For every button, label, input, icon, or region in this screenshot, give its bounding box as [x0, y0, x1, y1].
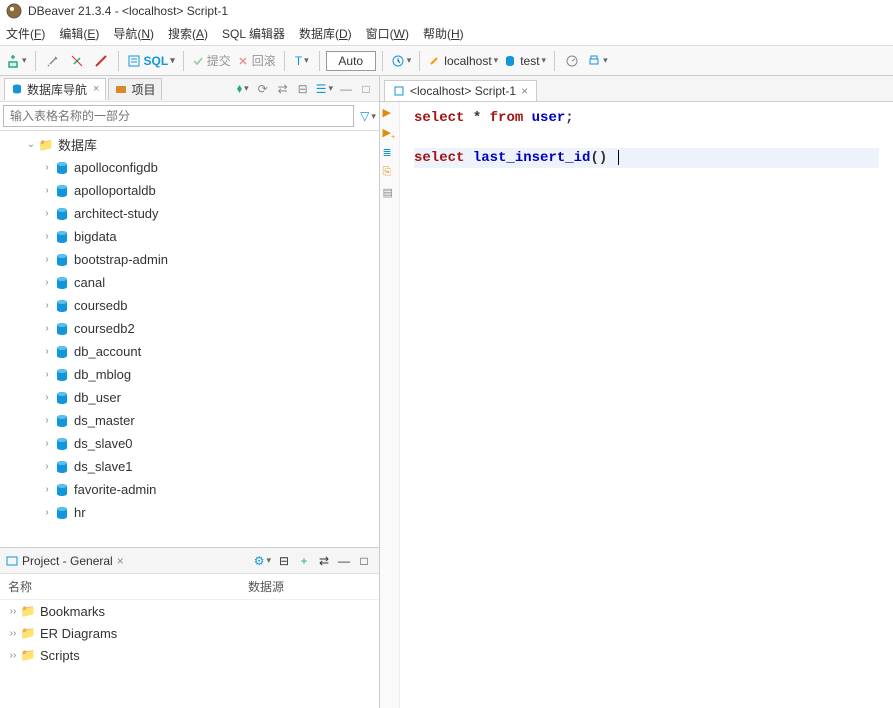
maximize-icon[interactable]: □ — [357, 80, 375, 98]
explain-icon[interactable]: ≣ — [383, 146, 397, 160]
menu-search[interactable]: 搜索(A) — [168, 25, 208, 42]
editor-tab-script1[interactable]: <localhost> Script-1 × — [384, 80, 537, 101]
editor-gutter: ▶ ▶+ ≣ ⎘ ▤ — [380, 102, 400, 708]
tree-folder-databases[interactable]: 📁 数据库 — [0, 133, 379, 156]
tree-db-item[interactable]: db_user — [0, 386, 379, 409]
project-item[interactable]: ›📁Bookmarks — [0, 600, 379, 622]
project-item[interactable]: ›📁Scripts — [0, 644, 379, 666]
main-toolbar: ▾ SQL▾ 提交 回滚 T▾ Auto ▾ localhost▾ test▾ … — [0, 46, 893, 76]
collapse-all-icon[interactable]: ⊟ — [275, 552, 293, 570]
tree-db-item[interactable]: hr — [0, 501, 379, 524]
tree-db-item[interactable]: coursedb — [0, 294, 379, 317]
project-panel: Project - General × ⚙▾ ⊟ + ⇄ — □ 名称 数据源 … — [0, 548, 379, 708]
tree-db-item[interactable]: favorite-admin — [0, 478, 379, 501]
connection-select[interactable]: localhost▾ — [426, 50, 500, 72]
transaction-log-icon[interactable]: ▾ — [389, 50, 414, 72]
menu-help[interactable]: 帮助(H) — [423, 25, 464, 42]
menu-database[interactable]: 数据库(D) — [299, 25, 352, 42]
menu-sql-editor[interactable]: SQL 编辑器 — [222, 25, 285, 42]
tree-db-item[interactable]: ds_master — [0, 409, 379, 432]
title-bar: DBeaver 21.3.4 - <localhost> Script-1 — [0, 0, 893, 22]
view-menu-icon[interactable]: ☰▾ — [314, 80, 335, 98]
close-icon[interactable]: × — [117, 554, 124, 568]
sql-editor[interactable]: select * from user; select last_insert_i… — [400, 102, 893, 708]
link-editor-icon[interactable]: ⇄ — [274, 80, 292, 98]
new-conn-icon[interactable]: ⬧▾ — [234, 80, 252, 98]
database-select[interactable]: test▾ — [502, 50, 548, 72]
minimize-icon[interactable]: — — [335, 552, 353, 570]
connect-icon[interactable] — [42, 50, 64, 72]
window-title: DBeaver 21.3.4 - <localhost> Script-1 — [28, 4, 228, 18]
col-datasource: 数据源 — [248, 578, 284, 595]
tree-db-item[interactable]: canal — [0, 271, 379, 294]
tree-db-item[interactable]: bigdata — [0, 225, 379, 248]
commit-button[interactable]: 提交 — [190, 50, 233, 72]
filter-input[interactable] — [3, 105, 354, 127]
menu-file[interactable]: 文件(F) — [6, 25, 45, 42]
sql-editor-button[interactable]: SQL▾ — [125, 50, 177, 72]
project-title: Project - General — [22, 554, 113, 568]
commit-mode-select[interactable]: Auto — [326, 51, 376, 71]
menu-edit[interactable]: 编辑(E) — [59, 25, 99, 42]
invalidate-icon[interactable] — [90, 50, 112, 72]
add-icon[interactable]: + — [295, 552, 313, 570]
tree-db-item[interactable]: db_mblog — [0, 363, 379, 386]
tree-db-item[interactable]: ds_slave1 — [0, 455, 379, 478]
transaction-mode-icon[interactable]: T▾ — [291, 50, 313, 72]
maximize-icon[interactable]: □ — [355, 552, 373, 570]
close-icon[interactable]: × — [93, 83, 99, 95]
refresh-icon[interactable]: ⟳ — [254, 80, 272, 98]
execute-script-icon[interactable]: ▶+ — [383, 126, 397, 140]
app-icon — [6, 3, 22, 19]
disconnect-icon[interactable] — [66, 50, 88, 72]
menu-bar: 文件(F) 编辑(E) 导航(N) 搜索(A) SQL 编辑器 数据库(D) 窗… — [0, 22, 893, 46]
database-navigator-panel: 数据库导航× 项目 ⬧▾ ⟳ ⇄ ⊟ ☰▾ — □ ▽▾ — [0, 76, 379, 548]
tab-projects[interactable]: 项目 — [108, 78, 162, 100]
text-cursor — [618, 150, 619, 165]
menu-window[interactable]: 窗口(W) — [366, 25, 409, 42]
tab-db-navigator[interactable]: 数据库导航× — [4, 78, 106, 100]
project-item[interactable]: ›📁ER Diagrams — [0, 622, 379, 644]
filter-icon[interactable]: ▽▾ — [357, 105, 379, 127]
execute-new-tab-icon[interactable]: ⎘ — [383, 166, 397, 180]
tree-db-item[interactable]: apolloconfigdb — [0, 156, 379, 179]
tree-db-item[interactable]: db_account — [0, 340, 379, 363]
tree-db-item[interactable]: apolloportaldb — [0, 179, 379, 202]
tree-db-item[interactable]: coursedb2 — [0, 317, 379, 340]
gear-icon[interactable]: ⚙▾ — [252, 552, 273, 570]
new-connection-icon[interactable]: ▾ — [4, 50, 29, 72]
database-tree[interactable]: 📁 数据库 apolloconfigdbapolloportaldbarchit… — [0, 131, 379, 547]
rollback-button[interactable]: 回滚 — [235, 50, 278, 72]
tree-db-item[interactable]: architect-study — [0, 202, 379, 225]
link-icon[interactable]: ⇄ — [315, 552, 333, 570]
dashboard-icon[interactable] — [561, 50, 583, 72]
menu-nav[interactable]: 导航(N) — [113, 25, 154, 42]
tree-db-item[interactable]: ds_slave0 — [0, 432, 379, 455]
show-plan-icon[interactable]: ▤ — [383, 186, 397, 200]
project-tree[interactable]: ›📁Bookmarks›📁ER Diagrams›📁Scripts — [0, 600, 379, 708]
close-icon[interactable]: × — [521, 84, 528, 98]
execute-icon[interactable]: ▶ — [383, 106, 397, 120]
col-name: 名称 — [8, 578, 248, 595]
collapse-icon[interactable]: ⊟ — [294, 80, 312, 98]
print-icon[interactable]: ▾ — [585, 50, 610, 72]
tree-db-item[interactable]: bootstrap-admin — [0, 248, 379, 271]
minimize-icon[interactable]: — — [337, 80, 355, 98]
